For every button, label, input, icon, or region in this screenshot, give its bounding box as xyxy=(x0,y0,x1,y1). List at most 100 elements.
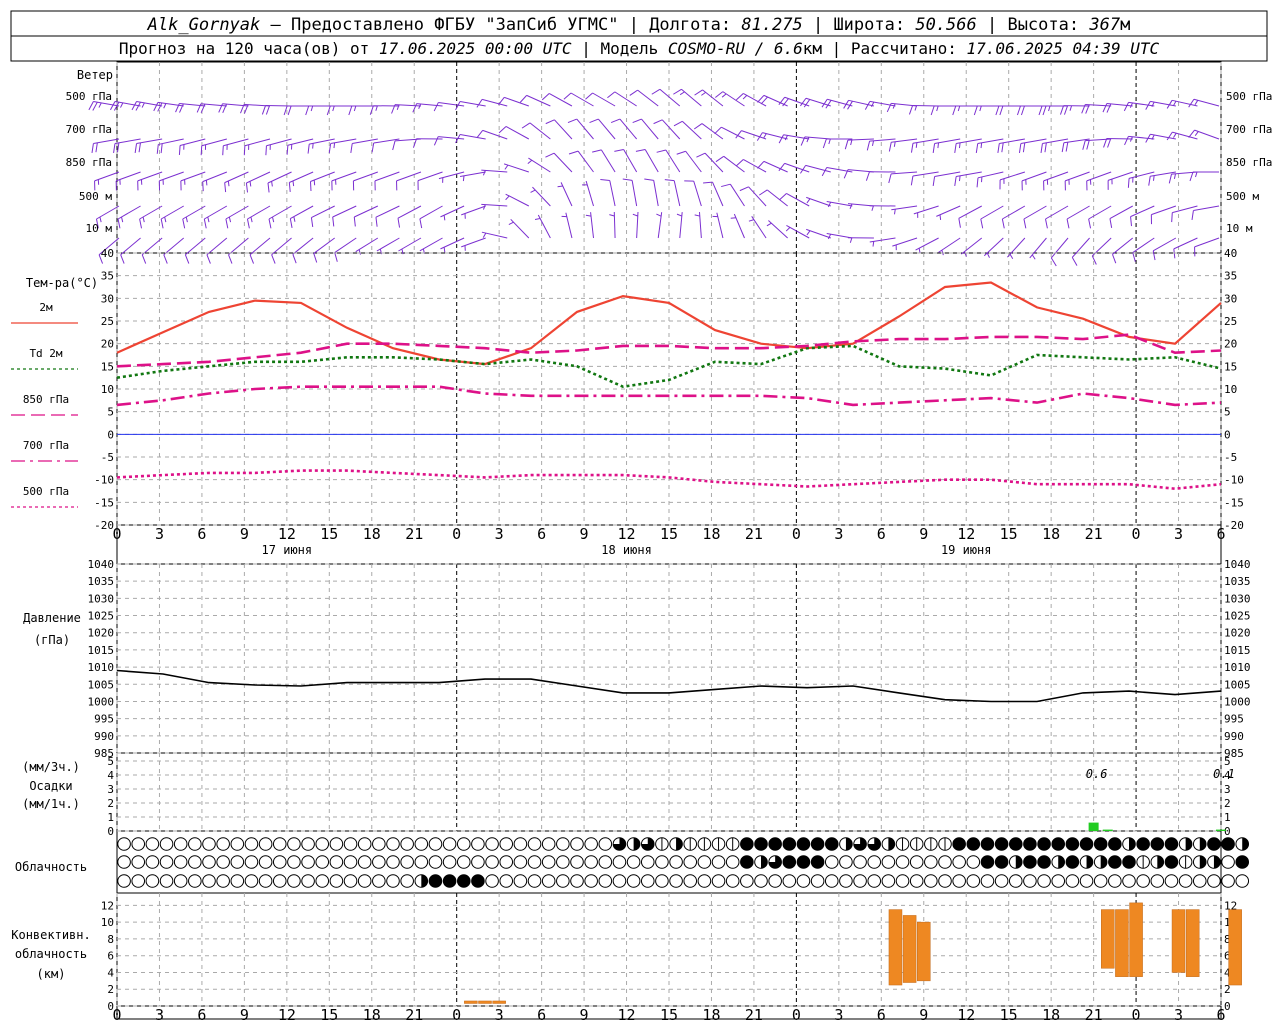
wind-barb xyxy=(1109,205,1133,228)
cloud-fill xyxy=(1151,837,1164,851)
x-tick-label: 12 xyxy=(618,525,636,543)
barb-staff xyxy=(766,189,788,207)
wind-barb xyxy=(438,171,465,183)
precip-tick-label: 3 xyxy=(1224,783,1231,796)
wind-barb xyxy=(651,88,681,107)
wind-barb xyxy=(283,105,314,116)
cloud-symbol xyxy=(584,837,598,851)
convective-bar xyxy=(902,915,917,983)
barb-staff xyxy=(397,205,422,219)
cloud-symbol xyxy=(584,855,598,869)
cloud-symbol xyxy=(754,855,768,869)
barb-feather xyxy=(1194,131,1199,136)
barb-feather xyxy=(644,178,654,181)
cloud-circle xyxy=(711,855,726,869)
barb-feather xyxy=(778,134,784,144)
barb-feather xyxy=(98,102,102,108)
cloud-circle xyxy=(924,874,938,888)
cloud-circle xyxy=(357,874,372,888)
barb-feather xyxy=(271,254,276,264)
barb-feather xyxy=(1188,129,1195,138)
cloud-symbol xyxy=(895,874,910,888)
cloud-circle xyxy=(895,874,910,888)
x-tick-label: 6 xyxy=(197,525,206,543)
cloud-fill xyxy=(1129,837,1136,851)
barb-feather xyxy=(866,141,871,151)
barb-feather xyxy=(527,159,533,165)
cloud-symbol xyxy=(1079,837,1094,851)
cloud-symbol xyxy=(329,855,344,869)
cloud-symbol xyxy=(485,855,499,869)
barb-feather xyxy=(635,148,646,152)
x-tick-label: 21 xyxy=(745,525,763,543)
cloud-symbol xyxy=(456,874,471,888)
x-tick-label: 15 xyxy=(1000,525,1018,543)
barb-feather xyxy=(245,182,248,193)
cloud-circle xyxy=(725,855,740,869)
cloud-circle xyxy=(853,855,867,869)
wind-barb xyxy=(757,160,788,173)
x-tick-label: 12 xyxy=(957,1006,975,1024)
cloud-symbol xyxy=(202,855,216,869)
cloud-circle xyxy=(711,874,726,888)
barb-feather xyxy=(721,183,731,188)
cloud-symbol xyxy=(1023,874,1037,888)
barb-feather xyxy=(443,247,446,253)
barb-feather xyxy=(592,149,602,153)
barb-feather xyxy=(567,118,577,124)
cloud-symbol xyxy=(456,837,471,851)
wind-barb xyxy=(310,205,335,228)
barb-feather xyxy=(375,105,378,111)
barb-staff xyxy=(805,164,831,173)
cloud-circle xyxy=(1221,874,1235,888)
wind-barb xyxy=(1102,102,1133,113)
cloud-symbol xyxy=(216,874,230,888)
cloud-symbol xyxy=(556,874,570,888)
cloud-symbol xyxy=(244,874,259,888)
barb-feather xyxy=(822,138,827,149)
barb-staff xyxy=(784,162,810,173)
wind-barb xyxy=(739,186,767,207)
cloud-symbol xyxy=(697,855,712,869)
cloud-symbol xyxy=(938,874,952,888)
barb-feather xyxy=(1063,105,1069,115)
barb-feather xyxy=(1173,132,1177,138)
cloud-symbol xyxy=(1207,837,1221,851)
barb-feather xyxy=(585,92,593,100)
cloud-symbol xyxy=(924,855,938,869)
barb-feather xyxy=(632,118,642,124)
cloud-circle xyxy=(541,874,556,888)
cloud-symbol xyxy=(867,874,882,888)
day-label: 18 июня xyxy=(601,543,652,557)
barb-feather xyxy=(117,142,120,153)
barb-feather xyxy=(1016,105,1021,116)
barb-feather xyxy=(225,218,229,229)
cloud-fill xyxy=(981,855,994,869)
barb-staff xyxy=(912,171,939,177)
barb-feather xyxy=(1091,255,1097,265)
wind-barb xyxy=(545,152,573,173)
barb-feather xyxy=(207,216,210,223)
cloud-symbol xyxy=(824,837,839,851)
temp-tick-label: 10 xyxy=(1224,383,1237,396)
wind-barb xyxy=(1130,205,1155,227)
cloud-symbol xyxy=(343,874,358,888)
cloud-circle xyxy=(1079,874,1094,888)
barb-staff xyxy=(653,180,659,207)
wind-barb xyxy=(332,205,357,227)
temp-tick-label: -10 xyxy=(94,474,114,487)
cloud-circle xyxy=(315,874,330,888)
cloud-circle xyxy=(244,855,259,869)
cloud-symbol xyxy=(428,874,443,888)
cloud-symbol xyxy=(796,874,811,888)
cloud-symbol xyxy=(853,837,867,851)
cloud-symbol xyxy=(131,855,146,869)
barb-feather xyxy=(249,254,255,264)
cloud-symbol xyxy=(909,837,924,851)
cloud-symbol xyxy=(853,855,867,869)
temp-tick-label: 30 xyxy=(1224,292,1237,305)
precip-tick-label: 2 xyxy=(107,797,114,810)
barb-feather xyxy=(419,218,423,229)
cloud-symbol xyxy=(1093,874,1108,888)
x-tick-label: 0 xyxy=(452,1006,461,1024)
